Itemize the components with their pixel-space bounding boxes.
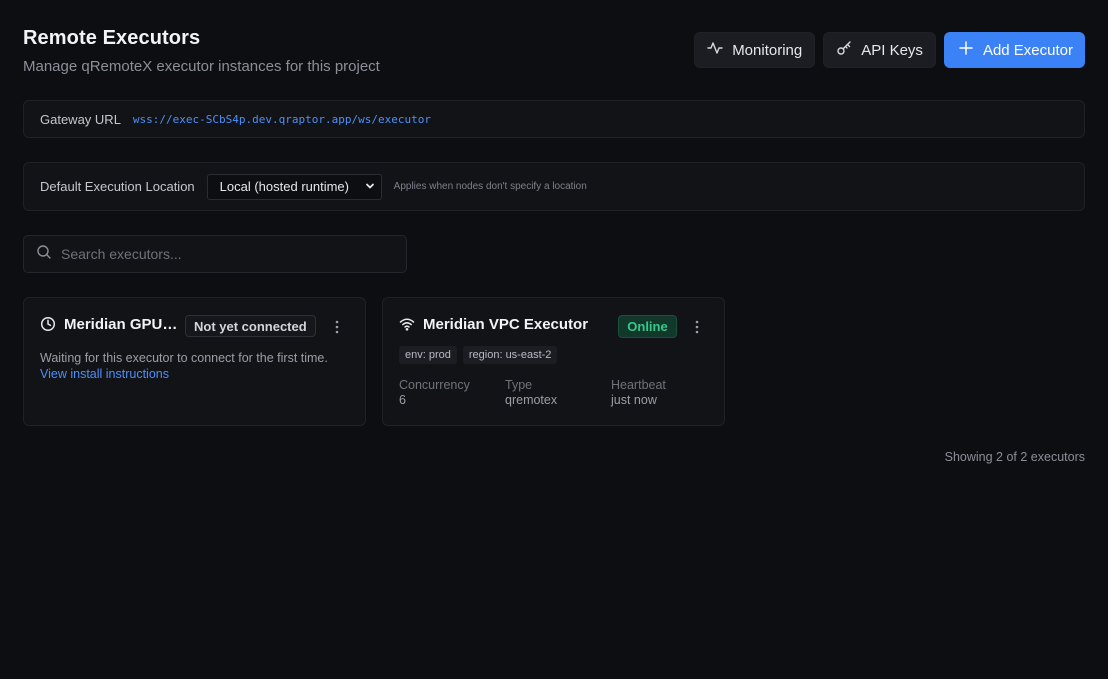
gateway-panel: Gateway URL wss://exec-SCbS4p.dev.qrapto… [23, 100, 1085, 138]
page-header: Remote Executors Manage qRemoteX executo… [23, 26, 1085, 86]
plus-icon [958, 40, 974, 60]
executor-count: Showing 2 of 2 executors [944, 450, 1085, 464]
stat-label: Type [505, 378, 533, 392]
executor-name: Meridian GPU Executor [64, 316, 180, 333]
page-title: Remote Executors [23, 27, 201, 49]
execution-location-hint: Applies when nodes don't specify a locat… [393, 181, 587, 192]
status-badge: Online [618, 315, 677, 338]
gateway-url[interactable]: wss://exec-SCbS4p.dev.qraptor.app/ws/exe… [133, 113, 431, 126]
execution-location-select[interactable]: Local (hosted runtime) [206, 173, 382, 200]
more-options-icon[interactable] [689, 319, 705, 335]
key-icon [836, 40, 852, 60]
api-keys-label: API Keys [861, 41, 923, 59]
add-executor-label: Add Executor [982, 41, 1073, 59]
search-box[interactable] [23, 235, 407, 273]
header-actions: Monitoring API Keys Add Executor [694, 32, 1085, 68]
status-badge: Not yet connected [185, 315, 316, 337]
stat-concurrency: Concurrency 6 [399, 378, 505, 407]
more-options-icon[interactable] [329, 319, 345, 335]
api-keys-button[interactable]: API Keys [823, 32, 936, 68]
stat-value: qremotex [505, 393, 558, 407]
monitoring-label: Monitoring [732, 41, 803, 59]
executor-stats: Concurrency 6 Type qremotex Heartbeat ju… [399, 378, 717, 407]
executor-description: Waiting for this executor to connect for… [40, 350, 340, 382]
executor-name: Meridian VPC Executor [423, 316, 589, 333]
executor-card[interactable]: Meridian VPC Executor Online env: prod r… [382, 297, 725, 426]
execution-location-label: Default Execution Location [40, 179, 195, 194]
tag-env: env: prod [399, 346, 457, 364]
stat-type: Type qremotex [505, 378, 611, 407]
execution-location-panel: Default Execution Location Local (hosted… [23, 162, 1085, 211]
stat-label: Heartbeat [611, 378, 666, 392]
waiting-text: Waiting for this executor to connect for… [40, 351, 328, 365]
stat-value: just now [611, 393, 657, 407]
search-icon [36, 244, 52, 265]
executor-card[interactable]: Meridian GPU Executor Not yet connected … [23, 297, 366, 426]
activity-icon [707, 40, 723, 60]
page-subtitle: Manage qRemoteX executor instances for t… [23, 58, 380, 75]
chevron-down-icon [365, 179, 375, 194]
search-input[interactable] [61, 246, 381, 262]
stat-value: 6 [399, 393, 406, 407]
stat-label: Concurrency [399, 378, 470, 392]
clock-icon [40, 316, 56, 332]
install-instructions-link[interactable]: View install instructions [40, 367, 169, 381]
stat-heartbeat: Heartbeat just now [611, 378, 717, 407]
executor-tags: env: prod region: us-east-2 [399, 346, 558, 364]
execution-location-value: Local (hosted runtime) [219, 179, 349, 194]
wifi-icon [399, 316, 415, 332]
add-executor-button[interactable]: Add Executor [943, 32, 1085, 68]
gateway-label: Gateway URL [40, 111, 121, 127]
monitoring-button[interactable]: Monitoring [694, 32, 816, 68]
tag-region: region: us-east-2 [462, 346, 558, 364]
